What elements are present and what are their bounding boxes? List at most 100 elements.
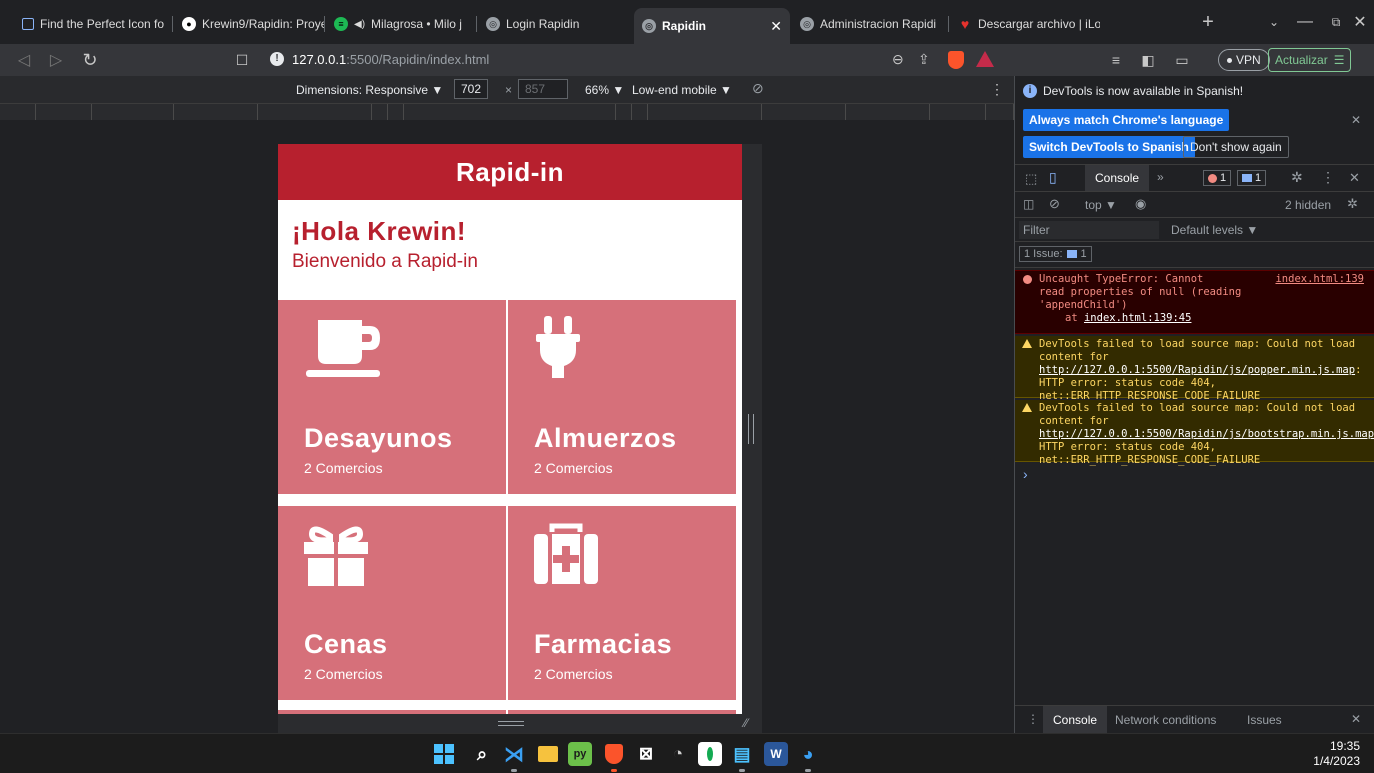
- vscode-icon[interactable]: ⋊: [502, 742, 526, 766]
- address-bar[interactable]: ! 127.0.0.1:5500/Rapidin/index.html ⊖ ⇪: [262, 48, 1022, 74]
- minimize-icon[interactable]: —: [1290, 12, 1320, 32]
- info-icon[interactable]: !: [270, 52, 284, 66]
- drawer-tab-network-conditions[interactable]: Network conditions: [1115, 713, 1216, 727]
- close-tab-icon[interactable]: ✕: [770, 18, 782, 35]
- brave-icon[interactable]: [602, 742, 626, 766]
- close-window-icon[interactable]: ✕: [1350, 12, 1370, 32]
- playlist-icon[interactable]: ≡: [1106, 50, 1126, 70]
- emulated-page: Rapid-in ¡Hola Krewin! Bienvenido a Rapi…: [278, 144, 742, 714]
- close-drawer-icon[interactable]: ✕: [1351, 712, 1361, 726]
- more-tabs-icon[interactable]: »: [1157, 170, 1164, 184]
- forward-icon[interactable]: ▷: [46, 50, 66, 70]
- folder-icon[interactable]: [536, 742, 560, 766]
- bookmark-icon[interactable]: ☐: [232, 50, 252, 70]
- url-path: :5500/Rapidin/index.html: [346, 52, 490, 67]
- console-warning-message: DevTools failed to load source map: Coul…: [1015, 400, 1374, 466]
- close-banner-icon[interactable]: ✕: [1351, 113, 1361, 127]
- dimensions-dropdown[interactable]: Dimensions: Responsive ▼: [296, 83, 443, 97]
- eye-icon[interactable]: ◉: [1135, 196, 1146, 212]
- corner-resize-icon[interactable]: ⁄⁄: [744, 716, 748, 730]
- issues-link[interactable]: 1 Issue: 1: [1019, 246, 1092, 262]
- tab-rapidin[interactable]: ◎ Rapidin ✕: [634, 8, 790, 44]
- issues-num: 1: [1080, 248, 1087, 260]
- category-card-farmacias[interactable]: Farmacias 2 Comercios: [508, 506, 736, 700]
- sidebar-toggle-icon[interactable]: ◫: [1023, 197, 1034, 211]
- stack-link[interactable]: index.html:139:45: [1084, 312, 1191, 324]
- resize-handle-icon[interactable]: [748, 414, 754, 444]
- console-settings-icon[interactable]: ✲: [1347, 196, 1358, 212]
- drawer-tab-issues[interactable]: Issues: [1247, 713, 1282, 727]
- tab-administracion[interactable]: ◎ Administracion Rapidi: [792, 10, 948, 38]
- clear-console-icon[interactable]: ⊘: [1049, 196, 1060, 212]
- tab-find-icon[interactable]: Find the Perfect Icon fo: [14, 10, 174, 38]
- warning-text: DevTools failed to load source map: Coul…: [1039, 338, 1356, 363]
- tab-spotify[interactable]: ≡ ◀) Milagrosa • Milo j: [326, 10, 474, 38]
- tab-login-rapidin[interactable]: ◎ Login Rapidin: [478, 10, 628, 38]
- settings-gear-icon[interactable]: ✲: [1291, 169, 1303, 186]
- category-card-cenas[interactable]: Cenas 2 Comercios: [278, 506, 506, 700]
- new-tab-icon[interactable]: +: [1196, 10, 1220, 34]
- tab-label: Descargar archivo | iLo: [978, 17, 1100, 31]
- drawer-tab-console[interactable]: Console: [1043, 706, 1108, 734]
- brave-rewards-icon[interactable]: [976, 51, 994, 67]
- device-toolbar: Dimensions: Responsive ▼ 702 × 857 66% ▼…: [0, 76, 1014, 104]
- card-title: Almuerzos: [534, 423, 677, 453]
- category-card-desayunos[interactable]: Desayunos 2 Comercios: [278, 300, 506, 494]
- sidebar-icon[interactable]: ◧: [1138, 50, 1158, 70]
- switch-language-button[interactable]: Switch DevTools to Spanish: [1023, 136, 1195, 158]
- more-options-icon[interactable]: ⋮: [990, 81, 1004, 98]
- audio-icon[interactable]: ◀): [354, 19, 365, 30]
- tab-github[interactable]: ● Krewin9/Rapidin: Proye: [174, 10, 324, 38]
- mongodb-icon[interactable]: [698, 742, 722, 766]
- inspect-icon[interactable]: ⬚: [1025, 171, 1037, 187]
- back-icon[interactable]: ◁: [14, 50, 34, 70]
- context-selector[interactable]: top ▼: [1085, 198, 1117, 212]
- tab-ilovepdf[interactable]: ♥ Descargar archivo | iLo: [950, 10, 1100, 38]
- windows-start-icon[interactable]: [432, 742, 456, 766]
- page-side-handle[interactable]: [742, 144, 762, 714]
- clock[interactable]: 19:35 1/4/2023: [1290, 739, 1360, 769]
- warning-url-link[interactable]: http://127.0.0.1:5500/Rapidin/js/bootstr…: [1039, 428, 1374, 440]
- browser-app-icon[interactable]: ◕: [796, 742, 820, 766]
- dont-show-again-button[interactable]: Don't show again: [1183, 136, 1289, 158]
- warning-url-link[interactable]: http://127.0.0.1:5500/Rapidin/js/popper.…: [1039, 364, 1355, 376]
- page-bottom-handle[interactable]: ⁄⁄: [278, 714, 762, 734]
- app-icon[interactable]: py: [568, 742, 592, 766]
- tab-console[interactable]: Console: [1085, 165, 1150, 191]
- reload-icon[interactable]: ↻: [80, 50, 100, 70]
- obs-icon[interactable]: ◔: [666, 742, 690, 766]
- zoom-dropdown[interactable]: 66% ▼: [585, 83, 624, 97]
- share-icon[interactable]: ⇪: [918, 51, 930, 68]
- error-source-link[interactable]: index.html:139: [1275, 273, 1364, 286]
- width-input[interactable]: 702: [454, 79, 488, 99]
- category-card-almuerzos[interactable]: Almuerzos 2 Comercios: [508, 300, 736, 494]
- rotate-icon[interactable]: ⊘: [752, 80, 764, 97]
- kebab-menu-icon[interactable]: ⋮: [1321, 169, 1335, 186]
- devtools-panel: i DevTools is now available in Spanish! …: [1014, 76, 1374, 734]
- search-icon[interactable]: ⌕: [470, 742, 494, 766]
- console-prompt[interactable]: ›: [1023, 466, 1028, 482]
- gift-icon: [304, 526, 368, 586]
- drawer-menu-icon[interactable]: ⋮: [1027, 712, 1039, 726]
- restore-icon[interactable]: ⧉: [1326, 12, 1346, 32]
- vpn-button[interactable]: VPN: [1218, 49, 1270, 71]
- device-mode-icon[interactable]: ▯: [1049, 169, 1057, 186]
- brave-shield-icon[interactable]: [948, 51, 964, 69]
- capcut-icon[interactable]: ⊠: [634, 742, 658, 766]
- issue-badge[interactable]: 1: [1237, 170, 1267, 186]
- zoom-icon[interactable]: ⊖: [892, 51, 904, 68]
- filter-input[interactable]: Filter: [1019, 221, 1159, 239]
- always-match-language-button[interactable]: Always match Chrome's language: [1023, 109, 1230, 131]
- info-icon: i: [1023, 84, 1037, 98]
- chevron-down-icon[interactable]: ⌄: [1264, 12, 1284, 32]
- wallet-icon[interactable]: ▭: [1172, 50, 1192, 70]
- height-input[interactable]: 857: [518, 79, 568, 99]
- error-badge[interactable]: 1: [1203, 170, 1232, 186]
- notepad-icon[interactable]: ▤: [730, 742, 754, 766]
- levels-dropdown[interactable]: Default levels ▼: [1171, 223, 1258, 237]
- close-devtools-icon[interactable]: ✕: [1349, 170, 1360, 186]
- resize-handle-icon[interactable]: [498, 721, 524, 726]
- word-icon[interactable]: W: [764, 742, 788, 766]
- throttle-dropdown[interactable]: Low-end mobile ▼: [632, 83, 732, 97]
- update-button[interactable]: Actualizar ☰: [1268, 48, 1352, 72]
